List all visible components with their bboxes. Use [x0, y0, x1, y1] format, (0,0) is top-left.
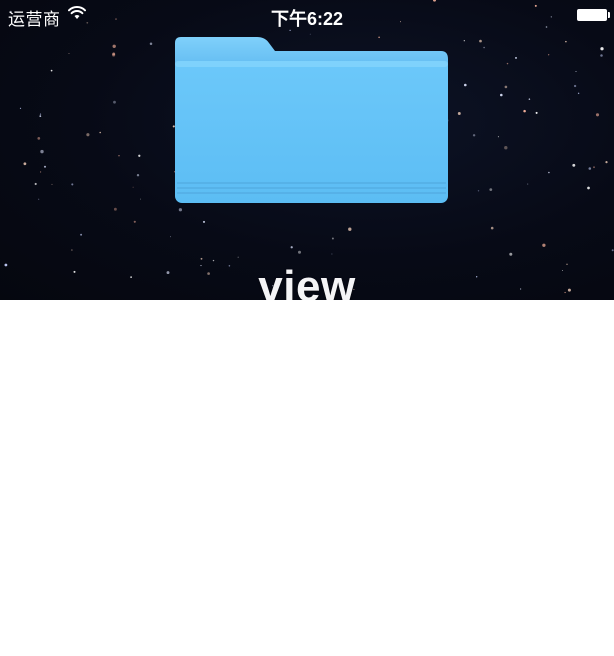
star	[542, 243, 546, 247]
star	[573, 84, 577, 88]
star	[169, 236, 171, 238]
star	[290, 246, 293, 249]
star	[331, 253, 333, 255]
star	[548, 54, 550, 56]
star	[472, 134, 476, 137]
star	[515, 56, 517, 59]
star	[43, 165, 47, 168]
star	[605, 161, 608, 164]
star	[19, 107, 22, 109]
star	[577, 92, 580, 95]
battery-full-icon	[577, 9, 610, 21]
star	[138, 154, 141, 157]
star	[595, 113, 600, 117]
star	[587, 186, 590, 190]
star	[506, 62, 509, 65]
star	[611, 249, 614, 252]
star	[37, 137, 41, 140]
star	[86, 133, 90, 137]
star	[132, 186, 134, 188]
star	[483, 46, 485, 49]
status-time: 下午6:22	[270, 9, 344, 29]
star	[51, 183, 53, 185]
star	[528, 98, 531, 100]
star	[588, 167, 592, 170]
star	[112, 52, 116, 56]
star	[463, 40, 465, 42]
star	[133, 220, 136, 223]
star	[136, 174, 140, 177]
star	[463, 83, 467, 87]
star	[527, 183, 529, 185]
star	[200, 257, 203, 260]
star	[348, 227, 352, 231]
status-bar: 运营商 下午6:22	[0, 0, 614, 32]
star	[504, 85, 508, 89]
star	[139, 198, 141, 200]
star	[40, 149, 44, 154]
star	[23, 162, 27, 166]
star	[457, 112, 461, 115]
star	[477, 190, 480, 192]
star	[50, 69, 53, 72]
folder-icon[interactable]	[175, 37, 448, 203]
star	[565, 40, 567, 43]
star	[113, 100, 116, 104]
star	[331, 237, 334, 240]
star	[548, 171, 550, 174]
star	[68, 53, 70, 54]
starry-wallpaper: 运营商 下午6:22 view	[0, 0, 614, 300]
star	[202, 220, 206, 223]
star	[593, 166, 595, 169]
star	[71, 183, 74, 186]
empty-content-area	[0, 300, 614, 656]
star	[309, 33, 311, 35]
screen: 运营商 下午6:22 view	[0, 0, 614, 656]
star	[39, 115, 42, 117]
folder-name-label[interactable]: view	[0, 262, 614, 300]
star	[178, 208, 183, 212]
star	[490, 226, 494, 230]
star	[297, 250, 302, 254]
star	[112, 44, 116, 48]
star	[479, 39, 482, 43]
star	[504, 146, 508, 150]
star	[523, 109, 526, 113]
star	[39, 113, 42, 115]
star	[572, 163, 576, 167]
star	[38, 198, 40, 200]
star	[113, 207, 117, 211]
star	[40, 171, 42, 173]
star	[509, 252, 513, 256]
star	[149, 42, 153, 45]
star	[489, 188, 493, 191]
star	[34, 182, 37, 186]
star	[80, 233, 83, 236]
star	[575, 71, 577, 72]
star	[118, 155, 120, 157]
star	[600, 54, 603, 57]
star	[71, 249, 73, 251]
star	[497, 136, 499, 138]
star	[600, 47, 604, 51]
star	[99, 131, 102, 134]
star	[237, 256, 239, 258]
star	[535, 111, 538, 114]
star	[500, 93, 503, 97]
